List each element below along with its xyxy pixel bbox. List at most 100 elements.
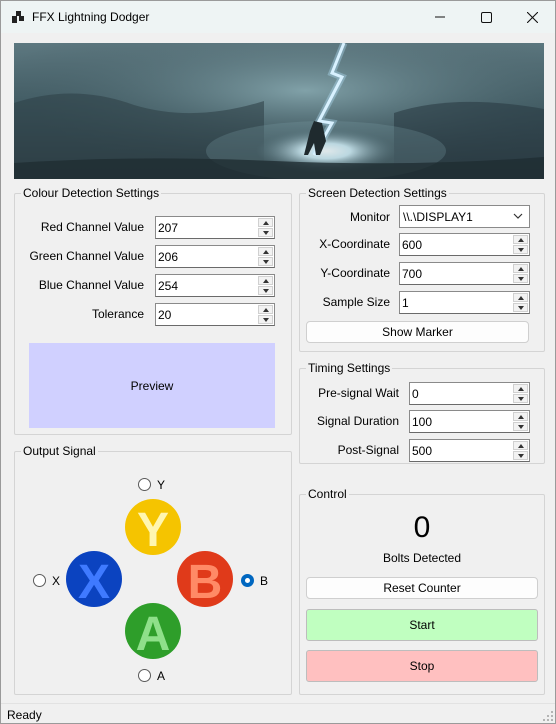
- spin-up-icon[interactable]: [513, 412, 528, 421]
- a-button-icon[interactable]: A: [125, 603, 181, 659]
- spin-down-icon[interactable]: [513, 274, 528, 283]
- svg-text:X: X: [78, 556, 110, 607]
- spin-down-icon[interactable]: [258, 315, 273, 324]
- lightning-scene-image: [14, 43, 544, 179]
- show-marker-button[interactable]: Show Marker: [306, 321, 529, 343]
- minimize-button[interactable]: [417, 1, 463, 33]
- pre-signal-wait-input[interactable]: 0: [409, 382, 530, 405]
- spin-up-icon[interactable]: [258, 276, 273, 285]
- x-button-icon[interactable]: X: [66, 551, 122, 607]
- colour-preview: Preview: [29, 343, 275, 428]
- post-signal-label: Post-Signal: [337, 443, 399, 457]
- pre-signal-wait-value: 0: [412, 387, 419, 401]
- signal-duration-label: Signal Duration: [316, 414, 399, 428]
- green-spinner[interactable]: [258, 247, 273, 266]
- y-button-icon[interactable]: Y: [125, 499, 181, 555]
- banner-image: [14, 43, 544, 179]
- x-coordinate-input[interactable]: 600: [399, 233, 530, 256]
- blue-spinner[interactable]: [258, 276, 273, 295]
- spin-down-icon[interactable]: [513, 245, 528, 254]
- svg-text:A: A: [136, 608, 171, 659]
- close-button[interactable]: [509, 1, 555, 33]
- bolt-counter: 0: [413, 511, 431, 544]
- spin-up-icon[interactable]: [513, 441, 528, 450]
- screen-detection-title: Screen Detection Settings: [306, 186, 449, 200]
- spin-down-icon[interactable]: [513, 303, 528, 312]
- post-signal-spinner[interactable]: [513, 441, 528, 460]
- radio-b[interactable]: [241, 574, 254, 587]
- main-window: FFX Lightning Dodger Colour Detection Se…: [0, 0, 556, 724]
- chevron-down-icon: [513, 213, 523, 219]
- y-coordinate-label: Y-Coordinate: [320, 266, 390, 280]
- green-channel-label: Green Channel Value: [29, 249, 144, 263]
- radio-b-label: B: [260, 574, 269, 588]
- minimize-icon: [435, 16, 445, 18]
- spin-up-icon[interactable]: [513, 384, 528, 393]
- spin-up-icon[interactable]: [258, 218, 273, 227]
- monitor-select[interactable]: \\.\DISPLAY1: [399, 205, 530, 228]
- y-spinner[interactable]: [513, 264, 528, 283]
- blue-channel-value: 254: [158, 279, 179, 293]
- spin-down-icon[interactable]: [513, 451, 528, 460]
- preview-label: Preview: [130, 378, 174, 393]
- pre-signal-wait-label: Pre-signal Wait: [318, 386, 399, 400]
- y-coordinate-input[interactable]: 700: [399, 262, 530, 285]
- close-icon: [526, 11, 538, 23]
- radio-y[interactable]: [138, 478, 151, 491]
- radio-a-label: A: [157, 669, 166, 683]
- post-signal-value: 500: [412, 444, 433, 458]
- radio-a[interactable]: [138, 669, 151, 682]
- post-signal-input[interactable]: 500: [409, 439, 530, 462]
- tolerance-spinner[interactable]: [258, 305, 273, 324]
- blue-channel-label: Blue Channel Value: [38, 278, 144, 292]
- spin-up-icon[interactable]: [258, 305, 273, 314]
- duration-spinner[interactable]: [513, 412, 528, 431]
- blue-channel-input[interactable]: 254: [155, 274, 275, 297]
- x-coordinate-label: X-Coordinate: [319, 237, 390, 251]
- red-spinner[interactable]: [258, 218, 273, 237]
- sample-size-label: Sample Size: [322, 295, 390, 309]
- green-channel-value: 206: [158, 250, 179, 264]
- green-channel-input[interactable]: 206: [155, 245, 275, 268]
- sample-size-input[interactable]: 1: [399, 291, 530, 314]
- spin-down-icon[interactable]: [513, 422, 528, 431]
- monitor-label: Monitor: [349, 210, 390, 224]
- x-spinner[interactable]: [513, 235, 528, 254]
- sample-spinner[interactable]: [513, 293, 528, 312]
- stop-button[interactable]: Stop: [306, 650, 538, 682]
- maximize-button[interactable]: [463, 1, 509, 33]
- status-bar: Ready: [1, 703, 555, 723]
- y-coordinate-value: 700: [402, 267, 423, 281]
- pre-signal-spinner[interactable]: [513, 384, 528, 403]
- maximize-icon: [480, 11, 492, 23]
- colour-detection-title: Colour Detection Settings: [21, 186, 162, 200]
- tolerance-input[interactable]: 20: [155, 303, 275, 326]
- reset-counter-button[interactable]: Reset Counter: [306, 577, 538, 599]
- radio-x[interactable]: [33, 574, 46, 587]
- window-title: FFX Lightning Dodger: [32, 10, 150, 24]
- bolts-detected-label: Bolts Detected: [382, 551, 462, 565]
- red-channel-input[interactable]: 207: [155, 216, 275, 239]
- red-channel-label: Red Channel Value: [40, 220, 144, 234]
- spin-down-icon[interactable]: [513, 394, 528, 403]
- start-button[interactable]: Start: [306, 609, 538, 641]
- red-channel-value: 207: [158, 221, 179, 235]
- app-icon: [12, 11, 24, 23]
- spin-up-icon[interactable]: [513, 264, 528, 273]
- spin-down-icon[interactable]: [258, 228, 273, 237]
- spin-up-icon[interactable]: [513, 293, 528, 302]
- signal-duration-input[interactable]: 100: [409, 410, 530, 433]
- svg-text:B: B: [188, 556, 223, 607]
- monitor-value: \\.\DISPLAY1: [403, 210, 473, 224]
- b-button-icon[interactable]: B: [177, 551, 233, 607]
- spin-down-icon[interactable]: [258, 286, 273, 295]
- sample-size-value: 1: [402, 296, 409, 310]
- title-bar: FFX Lightning Dodger: [1, 1, 555, 33]
- output-signal-title: Output Signal: [21, 444, 98, 458]
- spin-up-icon[interactable]: [513, 235, 528, 244]
- spin-down-icon[interactable]: [258, 257, 273, 266]
- radio-y-label: Y: [157, 478, 166, 492]
- resize-grip-icon[interactable]: [543, 711, 553, 721]
- svg-text:Y: Y: [137, 504, 169, 555]
- spin-up-icon[interactable]: [258, 247, 273, 256]
